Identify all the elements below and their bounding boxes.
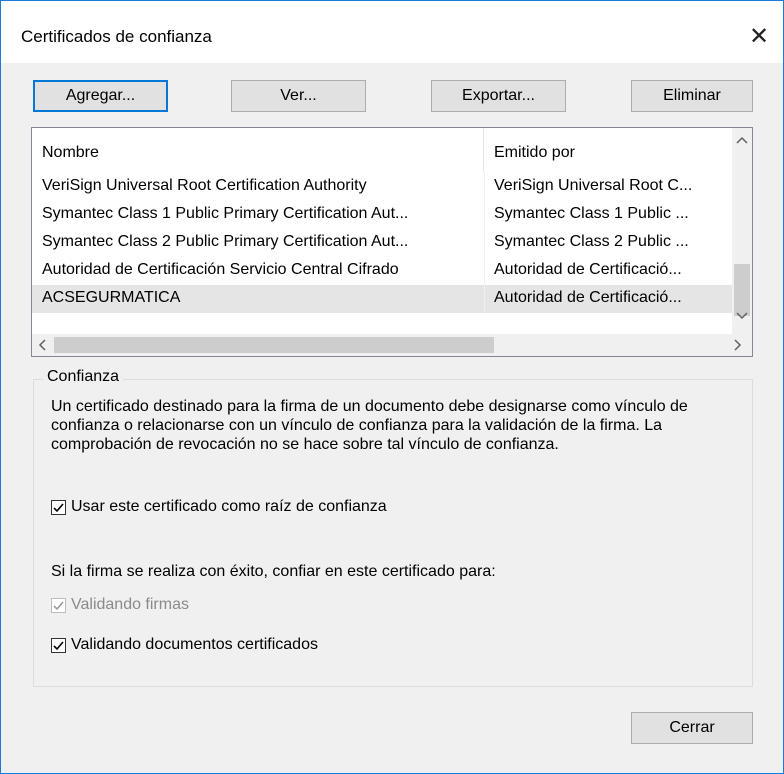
delete-button[interactable]: Eliminar — [631, 80, 753, 112]
cell-separator — [484, 285, 485, 313]
row-issuer: Autoridad de Certificació... — [494, 289, 682, 306]
validate-signatures-label: Validando firmas — [71, 596, 189, 613]
row-issuer: Symantec Class 1 Public ... — [494, 205, 689, 222]
trust-for-label: Si la firma se realiza con éxito, confia… — [51, 563, 496, 580]
vertical-scrollbar[interactable] — [732, 128, 752, 336]
checkmark-icon — [53, 502, 64, 512]
certificate-list[interactable]: Nombre Emitido por VeriSign Universal Ro… — [31, 127, 753, 357]
cell-separator — [484, 257, 485, 285]
horizontal-scrollbar[interactable] — [32, 334, 752, 356]
list-header: Nombre Emitido por — [32, 128, 734, 172]
row-name: Symantec Class 1 Public Primary Certific… — [42, 205, 409, 222]
checkbox-box[interactable] — [51, 637, 66, 653]
use-as-root-checkbox[interactable]: Usar este certificado como raíz de confi… — [51, 498, 387, 516]
table-row[interactable]: Autoridad de Certificación Servicio Cent… — [32, 257, 734, 285]
certificates-dialog: Certificados de confianza ✕ Agregar... V… — [0, 0, 784, 774]
column-header-issuer[interactable]: Emitido por — [494, 128, 575, 172]
close-button[interactable]: Cerrar — [631, 712, 753, 744]
close-icon[interactable]: ✕ — [741, 19, 777, 53]
validate-certified-label: Validando documentos certificados — [71, 636, 318, 653]
checkbox-box[interactable] — [51, 499, 66, 515]
table-row[interactable]: Symantec Class 1 Public Primary Certific… — [32, 201, 734, 229]
horizontal-scroll-thumb[interactable] — [54, 337, 494, 353]
validate-certified-checkbox[interactable]: Validando documentos certificados — [51, 636, 318, 654]
title-bar: Certificados de confianza ✕ — [1, 1, 783, 63]
checkmark-icon — [53, 600, 64, 610]
cell-separator — [484, 229, 485, 257]
export-button[interactable]: Exportar... — [431, 80, 566, 112]
scroll-up-icon[interactable] — [736, 134, 748, 148]
row-issuer: Symantec Class 2 Public ... — [494, 233, 689, 250]
checkbox-box — [51, 597, 66, 613]
row-name: VeriSign Universal Root Certification Au… — [42, 177, 367, 194]
cell-separator — [484, 201, 485, 229]
row-name: ACSEGURMATICA — [42, 289, 181, 306]
use-as-root-label: Usar este certificado como raíz de confi… — [71, 498, 387, 515]
trust-description: Un certificado destinado para la firma d… — [51, 398, 688, 453]
scroll-down-icon[interactable] — [736, 308, 748, 322]
table-row-selected[interactable]: ACSEGURMATICA Autoridad de Certificació.… — [32, 285, 734, 313]
column-header-name[interactable]: Nombre — [42, 128, 99, 172]
view-button[interactable]: Ver... — [231, 80, 366, 112]
row-name: Autoridad de Certificación Servicio Cent… — [42, 261, 399, 278]
scroll-left-icon[interactable] — [38, 339, 48, 353]
row-issuer: VeriSign Universal Root C... — [494, 177, 693, 194]
checkmark-icon — [53, 640, 64, 650]
scroll-right-icon[interactable] — [732, 339, 742, 353]
dialog-title: Certificados de confianza — [21, 27, 212, 46]
add-button[interactable]: Agregar... — [33, 80, 168, 112]
cell-separator — [484, 173, 485, 201]
table-row[interactable]: Symantec Class 2 Public Primary Certific… — [32, 229, 734, 257]
trust-legend: Confianza — [43, 368, 124, 386]
validate-signatures-checkbox: Validando firmas — [51, 596, 189, 614]
row-issuer: Autoridad de Certificació... — [494, 261, 682, 278]
table-row[interactable]: VeriSign Universal Root Certification Au… — [32, 173, 734, 201]
column-separator[interactable] — [483, 128, 484, 172]
row-name: Symantec Class 2 Public Primary Certific… — [42, 233, 409, 250]
